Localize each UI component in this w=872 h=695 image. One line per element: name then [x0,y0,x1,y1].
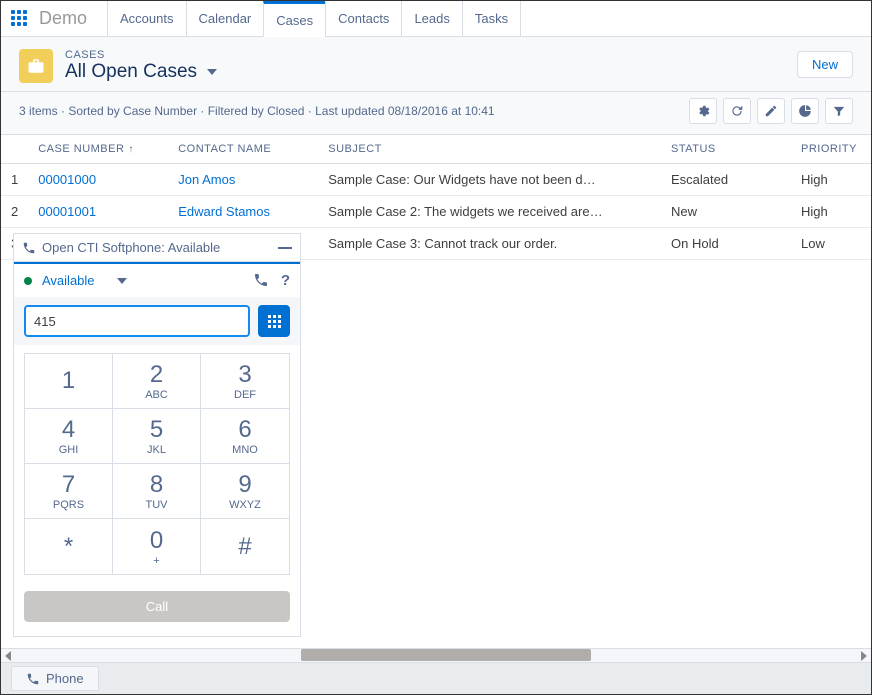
listview-title[interactable]: All Open Cases [65,61,217,83]
call-icon[interactable] [253,272,269,288]
status-label: Available [42,273,95,288]
dialpad-key-3[interactable]: 3DEF [201,354,289,409]
nav-tab-leads[interactable]: Leads [401,1,461,36]
dial-input[interactable] [24,305,250,337]
nav-tab-cases[interactable]: Cases [263,1,325,37]
app-launcher-icon[interactable] [11,10,29,28]
refresh-button[interactable] [723,98,751,124]
edit-button[interactable] [757,98,785,124]
table-row: 200001001Edward StamosSample Case 2: The… [1,196,871,228]
col-case-number[interactable]: CASE NUMBER↑ [28,135,168,164]
col-priority[interactable]: PRIORITY [791,135,871,164]
dialpad-key-2[interactable]: 2ABC [113,354,201,409]
filter-button[interactable] [825,98,853,124]
status-cell: On Hold [661,228,791,260]
dialpad-key-0[interactable]: 0+ [113,519,201,574]
dialpad-key-8[interactable]: 8TUV [113,464,201,519]
dialpad-key-4[interactable]: 4GHI [25,409,113,464]
subject-cell: Sample Case: Our Widgets have not been d… [318,164,661,196]
scrollbar-thumb[interactable] [301,649,591,661]
listview-title-text: All Open Cases [65,61,197,83]
dialpad-key-1[interactable]: 1 [25,354,113,409]
sort-asc-icon: ↑ [128,144,134,155]
brand-label: Demo [39,8,87,29]
subject-cell: Sample Case 2: The widgets we received a… [318,196,661,228]
phone-icon [22,241,36,255]
chart-button[interactable] [791,98,819,124]
row-index: 2 [1,196,28,228]
priority-cell: High [791,196,871,228]
col-subject[interactable]: SUBJECT [318,135,661,164]
subject-cell: Sample Case 3: Cannot track our order. [318,228,661,260]
object-eyebrow: CASES [65,49,217,61]
softphone-header-text: Open CTI Softphone: Available [42,240,220,255]
new-button[interactable]: New [797,51,853,78]
priority-cell: High [791,164,871,196]
settings-button[interactable] [689,98,717,124]
softphone-panel: Open CTI Softphone: Available Available … [13,233,301,637]
top-navigation: Demo AccountsCalendarCasesContactsLeadsT… [1,1,871,37]
dialpad-toggle-button[interactable] [258,305,290,337]
case-number-link[interactable]: 00001001 [28,196,168,228]
nav-tab-accounts[interactable]: Accounts [107,1,185,36]
col-contact-name[interactable]: CONTACT NAME [168,135,318,164]
case-number-link[interactable]: 00001000 [28,164,168,196]
status-cell: New [661,196,791,228]
utility-phone-label: Phone [46,671,84,686]
call-button[interactable]: Call [24,591,290,622]
list-meta: 3 items · Sorted by Case Number · Filter… [19,104,495,118]
nav-tab-tasks[interactable]: Tasks [462,1,521,36]
listview-dropdown-icon [207,69,217,75]
sub-header: 3 items · Sorted by Case Number · Filter… [1,92,871,135]
dialpad: 12ABC3DEF 4GHI5JKL6MNO 7PQRS8TUV9WXYZ *0+# [24,353,290,575]
utility-phone[interactable]: Phone [11,666,99,691]
status-dot-icon [24,277,32,285]
horizontal-scrollbar[interactable] [1,648,871,662]
phone-icon [26,672,40,686]
dialpad-key-*[interactable]: * [25,519,113,574]
status-cell: Escalated [661,164,791,196]
table-row: 100001000Jon AmosSample Case: Our Widget… [1,164,871,196]
contact-name-link[interactable]: Jon Amos [168,164,318,196]
contact-name-link[interactable]: Edward Stamos [168,196,318,228]
dialpad-key-#[interactable]: # [201,519,289,574]
dialpad-key-9[interactable]: 9WXYZ [201,464,289,519]
utility-bar: Phone [1,662,871,694]
softphone-header: Open CTI Softphone: Available [14,234,300,262]
col-status[interactable]: STATUS [661,135,791,164]
cases-object-icon [19,49,53,83]
page-header: CASES All Open Cases New [1,37,871,92]
nav-tab-calendar[interactable]: Calendar [186,1,264,36]
softphone-status-row: Available ? [14,264,300,297]
nav-tab-contacts[interactable]: Contacts [325,1,401,36]
dialpad-key-6[interactable]: 6MNO [201,409,289,464]
dialpad-key-7[interactable]: 7PQRS [25,464,113,519]
help-icon[interactable]: ? [281,272,290,289]
nav-tabs: AccountsCalendarCasesContactsLeadsTasks [107,1,521,36]
dialpad-key-5[interactable]: 5JKL [113,409,201,464]
status-dropdown-icon[interactable] [117,278,127,284]
minimize-button[interactable] [278,247,292,249]
priority-cell: Low [791,228,871,260]
row-index: 1 [1,164,28,196]
